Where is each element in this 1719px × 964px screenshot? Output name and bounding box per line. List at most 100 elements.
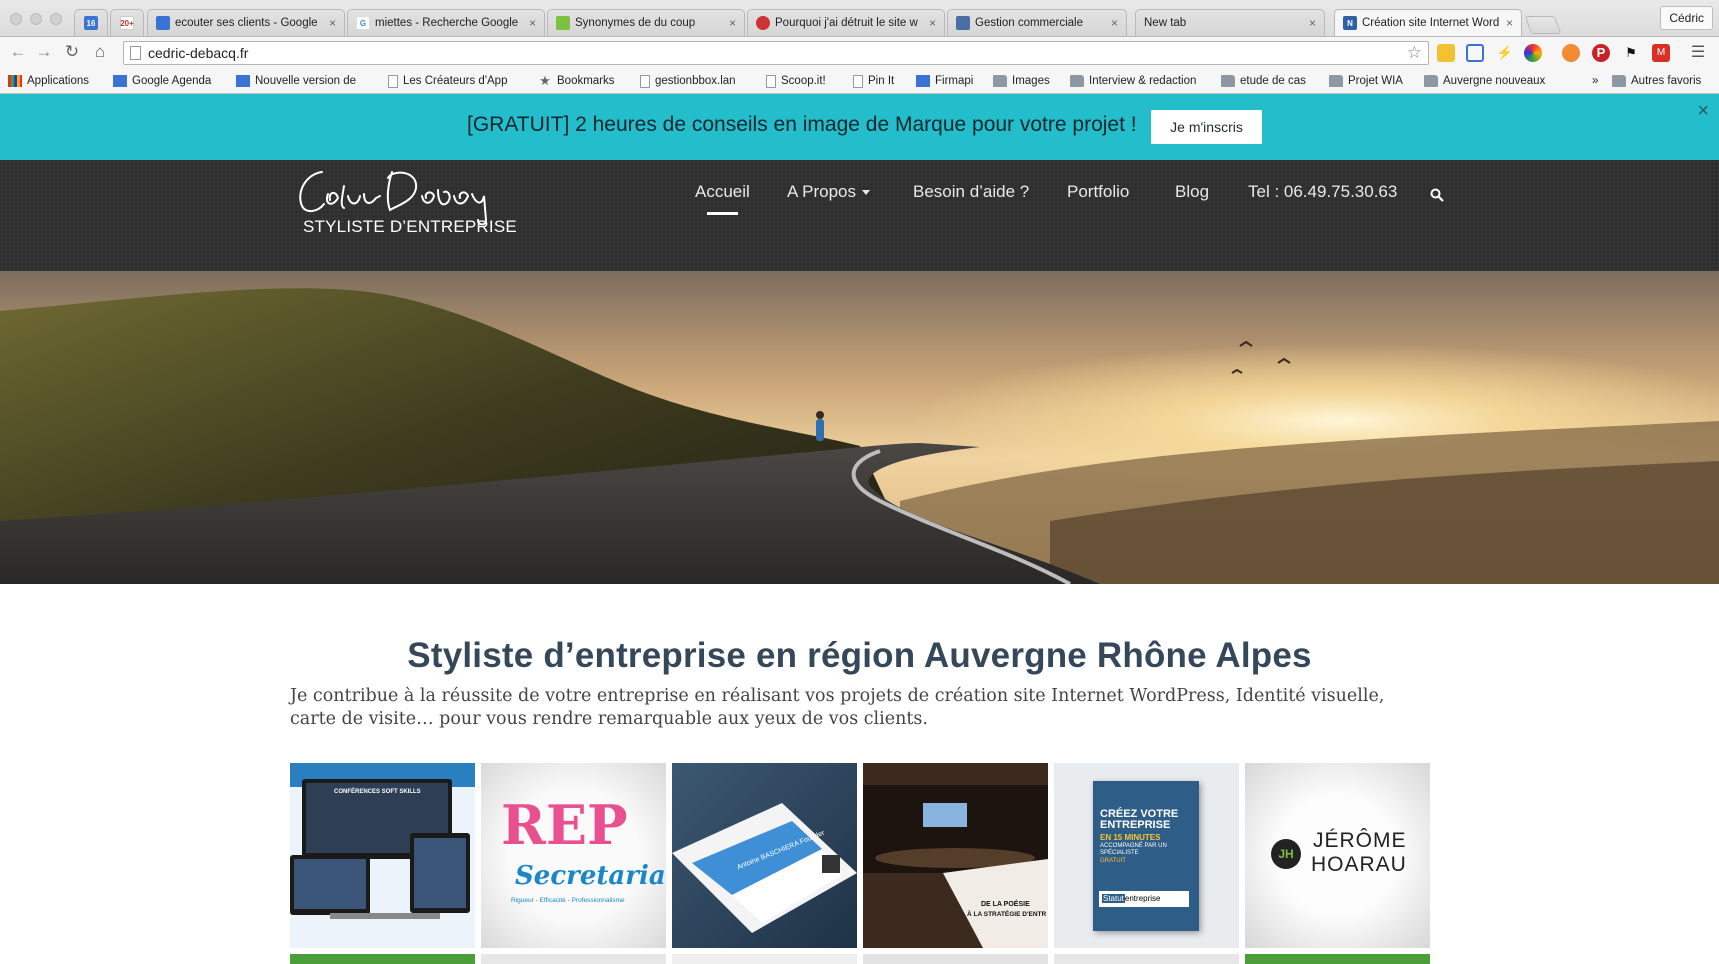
pinterest-icon[interactable]: P xyxy=(1592,44,1610,62)
portfolio-item-row2-1[interactable] xyxy=(290,954,475,964)
extension-keep-icon[interactable] xyxy=(1437,44,1455,62)
bookmark-folder-projet-wia[interactable]: Projet WIA xyxy=(1329,73,1413,89)
back-arrow-icon[interactable]: ← xyxy=(8,42,28,62)
window-minimize-button[interactable] xyxy=(30,13,42,25)
forward-arrow-icon[interactable]: → xyxy=(34,42,54,62)
tab-close-icon[interactable]: × xyxy=(1111,16,1118,30)
site-favicon-icon: N xyxy=(1343,16,1357,30)
browser-toolbar: ← → ↻ ⌂ cedric-debacq.fr ☆ ⚡ P ⚑ M ☰ xyxy=(0,36,1719,68)
gmail-pinned-tab[interactable]: 20+ xyxy=(110,9,144,36)
portfolio-item-row2-4[interactable] xyxy=(863,954,1048,964)
gmail-icon: 20+ xyxy=(120,16,134,30)
bookmark-scoopit[interactable]: Scoop.it! xyxy=(766,73,841,89)
synonyms-site-icon xyxy=(556,16,570,30)
extension-screen-icon[interactable] xyxy=(1466,44,1484,62)
bookmark-createurs[interactable]: Les Créateurs d'App xyxy=(388,73,520,89)
address-bar[interactable]: cedric-debacq.fr ☆ xyxy=(123,41,1429,65)
nav-blog[interactable]: Blog xyxy=(1175,182,1209,202)
nav-besoin-aide[interactable]: Besoin d’aide ? xyxy=(913,182,1029,202)
bookmark-applications[interactable]: Applications xyxy=(8,73,100,89)
tile-label-secretariat: Secretariat xyxy=(515,861,666,891)
portfolio-item-row2-3[interactable] xyxy=(672,954,857,964)
new-tab-button[interactable] xyxy=(1524,16,1562,34)
window-zoom-button[interactable] xyxy=(50,13,62,25)
jh-monogram-icon: JH xyxy=(1271,839,1301,869)
tile-label: CONFÉRENCES SOFT SKILLS xyxy=(334,789,421,795)
profile-button[interactable]: Cédric xyxy=(1660,6,1713,30)
search-icon[interactable] xyxy=(1430,188,1444,202)
extension-color-icon[interactable] xyxy=(1524,44,1542,62)
bookmark-gestionbbox[interactable]: gestionbbox.lan xyxy=(640,73,750,89)
tab-close-icon[interactable]: × xyxy=(1506,16,1513,30)
bookmark-folder-images[interactable]: Images xyxy=(993,73,1073,89)
page-icon xyxy=(388,74,398,88)
portfolio-item-conferences-soft-skills[interactable]: CONFÉRENCES SOFT SKILLS xyxy=(290,763,475,948)
page-title: Styliste d’entreprise en région Auvergne… xyxy=(407,636,1312,675)
bookmark-pinit[interactable]: Pin It xyxy=(853,73,913,89)
tab-title: Synonymes de du coup xyxy=(575,17,696,29)
portfolio-item-statut-entreprise[interactable]: CRÉEZ VOTRE ENTREPRISE EN 15 MINUTES ACC… xyxy=(1054,763,1239,948)
nav-a-propos[interactable]: A Propos xyxy=(787,182,870,202)
bookmark-bookmarks[interactable]: ★ Bookmarks xyxy=(538,73,622,89)
tab-title: New tab xyxy=(1144,17,1187,29)
portfolio-item-row2-2[interactable] xyxy=(481,954,666,964)
nav-portfolio[interactable]: Portfolio xyxy=(1067,182,1129,202)
nav-accueil[interactable]: Accueil xyxy=(695,182,750,215)
bookmarks-overflow-chevron-icon[interactable]: » xyxy=(1592,73,1604,89)
reload-icon[interactable]: ↻ xyxy=(62,42,82,62)
window-close-button[interactable] xyxy=(10,13,22,25)
google-icon: G xyxy=(356,16,370,30)
browser-tab-3[interactable]: Synonymes de du coup × xyxy=(547,9,745,36)
browser-tab-strip: 16 20+ ecouter ses clients - Google × G … xyxy=(0,0,1719,36)
browser-tab-6[interactable]: New tab × xyxy=(1135,9,1325,36)
tile-label-jerome: JÉRÔME xyxy=(1313,829,1407,852)
tab-close-icon[interactable]: × xyxy=(1309,16,1316,30)
extension-lightning-icon[interactable]: ⚡ xyxy=(1496,44,1514,62)
browser-tab-active[interactable]: N Création site Internet Wordp × xyxy=(1334,9,1522,36)
intro-text: Je contribue à la réussite de votre entr… xyxy=(290,686,1385,729)
promo-signup-button[interactable]: Je m'inscris xyxy=(1151,110,1262,144)
tab-close-icon[interactable]: × xyxy=(729,16,736,30)
crm-site-icon xyxy=(956,16,970,30)
browser-tab-1[interactable]: ecouter ses clients - Google × xyxy=(147,9,345,36)
home-icon[interactable]: ⌂ xyxy=(90,42,110,62)
bookmark-google-agenda[interactable]: Google Agenda xyxy=(113,73,223,89)
statut-entreprise-logo: Statutentreprise xyxy=(1099,891,1189,907)
bookmark-firmapi[interactable]: Firmapi xyxy=(916,73,996,89)
tab-close-icon[interactable]: × xyxy=(529,16,536,30)
nav-telephone[interactable]: Tel : 06.49.75.30.63 xyxy=(1248,182,1397,202)
portfolio-gallery: CONFÉRENCES SOFT SKILLS REP Secretariat … xyxy=(290,763,1430,964)
bookmark-folder-auvergne[interactable]: Auvergne nouveaux xyxy=(1424,73,1550,89)
extension-orange-icon[interactable] xyxy=(1562,44,1580,62)
tab-title: Gestion commerciale xyxy=(975,17,1084,29)
browser-tab-4[interactable]: Pourquoi j'ai détruit le site w × xyxy=(747,9,945,36)
tab-close-icon[interactable]: × xyxy=(329,16,336,30)
bookmark-star-icon[interactable]: ☆ xyxy=(1407,43,1422,63)
person-icon xyxy=(236,75,250,87)
bookmark-folder-autres-favoris[interactable]: Autres favoris xyxy=(1612,73,1716,89)
browser-tab-2[interactable]: G miettes - Recherche Google × xyxy=(347,9,545,36)
extension-ninja-icon[interactable]: ⚑ xyxy=(1622,44,1640,62)
star-icon: ★ xyxy=(539,73,551,88)
page-icon xyxy=(640,74,650,88)
portfolio-item-jerome-hoarau[interactable]: JH JÉRÔME HOARAU xyxy=(1245,763,1430,948)
portfolio-item-row2-5[interactable] xyxy=(1054,954,1239,964)
bookmark-folder-interview[interactable]: Interview & redaction xyxy=(1070,73,1210,89)
bookmark-nouvelle-version[interactable]: Nouvelle version de xyxy=(236,73,370,89)
apps-grid-icon xyxy=(8,75,22,87)
bookmark-folder-etude[interactable]: etude de cas xyxy=(1221,73,1317,89)
portfolio-item-business-card[interactable]: Antoine BASCHIERA Founder xyxy=(672,763,857,948)
gmail-extension-icon[interactable]: M xyxy=(1652,44,1670,62)
chrome-menu-icon[interactable]: ☰ xyxy=(1689,44,1707,62)
promo-close-icon[interactable]: × xyxy=(1697,100,1709,123)
calendar-pinned-tab[interactable]: 16 xyxy=(74,9,108,36)
calendar-icon: 16 xyxy=(84,16,98,30)
portfolio-item-la-poesie[interactable]: DE LA POÉSIE À LA STRATÉGIE D'ENTR xyxy=(863,763,1048,948)
site-header: STYLISTE D’ENTREPRISE Accueil A Propos B… xyxy=(0,160,1719,271)
portfolio-item-row2-6[interactable] xyxy=(1245,954,1430,964)
tab-close-icon[interactable]: × xyxy=(929,16,936,30)
ebook-cover: CRÉEZ VOTRE ENTREPRISE EN 15 MINUTES ACC… xyxy=(1093,781,1199,931)
folder-icon xyxy=(1329,75,1343,87)
browser-tab-5[interactable]: Gestion commerciale × xyxy=(947,9,1127,36)
portfolio-item-rep-secretariat[interactable]: REP Secretariat Rigueur - Efficacité - P… xyxy=(481,763,666,948)
